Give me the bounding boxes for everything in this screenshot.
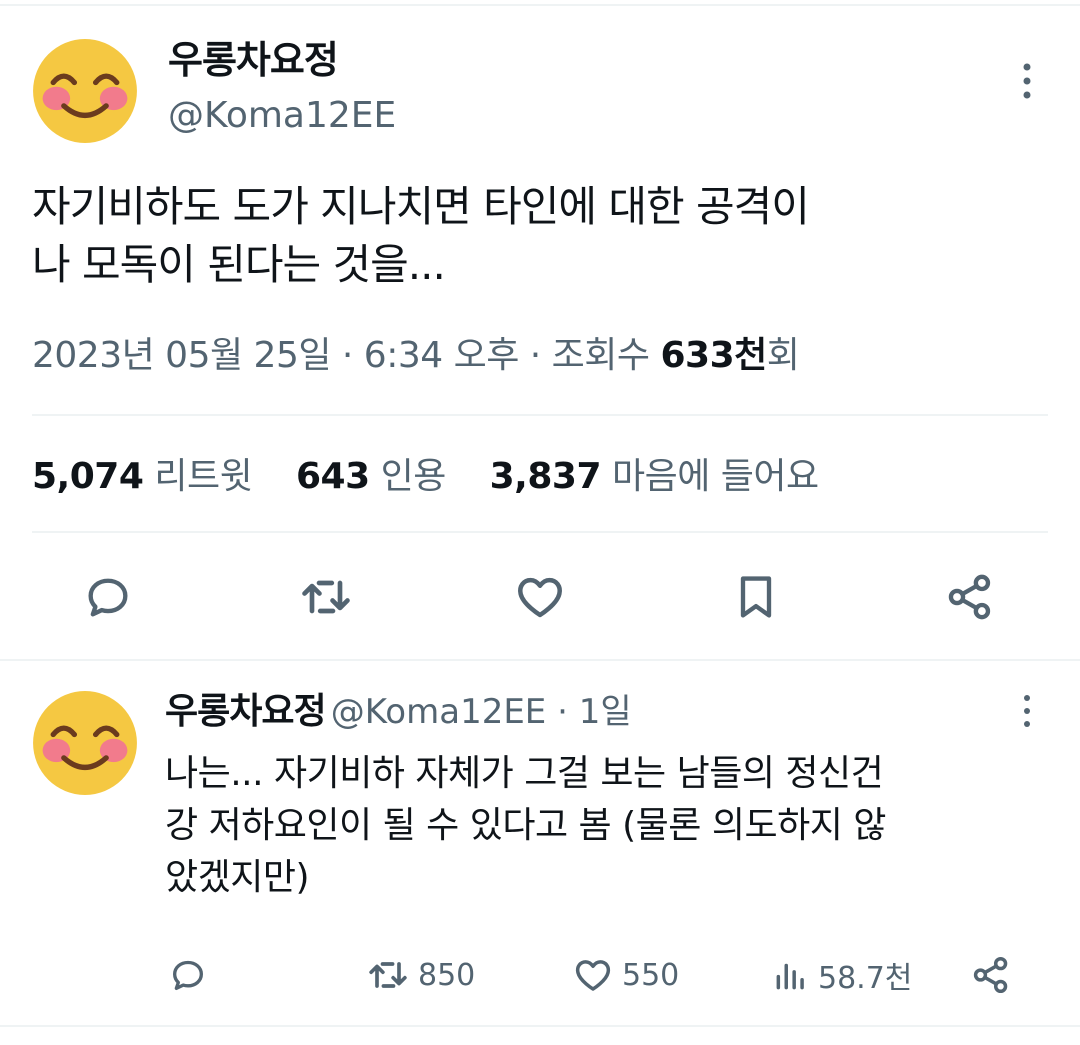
bottom-divider bbox=[0, 1025, 1080, 1027]
view-suffix: 회 bbox=[766, 335, 800, 376]
view-count: 633천 bbox=[660, 335, 767, 376]
retweet-button[interactable] bbox=[296, 567, 356, 627]
quotes-label: 인용 bbox=[380, 456, 447, 497]
reply-reply-button[interactable] bbox=[168, 953, 208, 997]
like-icon bbox=[518, 577, 562, 618]
reply-text: 나는... 자기비하 자체가 그걸 보는 남들의 정신건 강 저하요인이 될 수… bbox=[165, 748, 1065, 904]
reply-avatar[interactable] bbox=[32, 690, 138, 796]
reply-views-count: 58.7천 bbox=[818, 961, 913, 996]
tweet-text-line: 자기비하도 도가 지나치면 타인에 대한 공격이 bbox=[32, 182, 810, 231]
reply-icon bbox=[88, 578, 128, 617]
author-handle[interactable]: @Koma12EE bbox=[168, 95, 396, 137]
stats-row: 5,074 리트윗 643 인용 3,837 마음에 들어요 bbox=[32, 455, 819, 499]
like-button[interactable] bbox=[510, 567, 570, 627]
quotes-stat[interactable]: 643 인용 bbox=[296, 456, 446, 497]
more-icon[interactable] bbox=[1022, 694, 1032, 728]
reply-views-button[interactable]: 58.7천 bbox=[772, 953, 912, 997]
retweet-icon bbox=[369, 962, 407, 988]
divider bbox=[32, 414, 1048, 416]
more-icon[interactable] bbox=[1022, 62, 1032, 100]
reply-author-name[interactable]: 우롱차요정 bbox=[165, 691, 327, 732]
quotes-count: 643 bbox=[295, 456, 370, 497]
reply-retweet-count: 850 bbox=[418, 957, 476, 993]
like-icon bbox=[575, 960, 611, 991]
tweet-date[interactable]: 2023년 05월 25일 · 6:34 오후 · 조회수 bbox=[32, 335, 660, 376]
retweet-icon bbox=[302, 580, 350, 614]
reply-like-count: 550 bbox=[622, 957, 680, 993]
reply-share-button[interactable] bbox=[970, 953, 1012, 997]
section-divider bbox=[0, 659, 1080, 661]
tweet-text: 자기비하도 도가 지나치면 타인에 대한 공격이 나 모독이 된다는 것을... bbox=[32, 178, 1052, 294]
share-icon bbox=[973, 956, 1008, 994]
reply-button[interactable] bbox=[78, 567, 138, 627]
author-avatar[interactable] bbox=[32, 38, 138, 144]
reply-author-handle[interactable]: @Koma12EE · 1일 bbox=[331, 692, 632, 732]
divider bbox=[32, 531, 1048, 533]
bookmark-icon bbox=[740, 576, 772, 618]
bookmark-button[interactable] bbox=[726, 567, 786, 627]
retweets-count: 5,074 bbox=[32, 456, 144, 497]
top-divider bbox=[0, 4, 1080, 6]
reply-text-line: 강 저하요인이 될 수 있다고 봄 (물론 의도하지 않 bbox=[165, 805, 886, 846]
retweets-label: 리트윗 bbox=[154, 456, 253, 497]
likes-label: 마음에 들어요 bbox=[611, 456, 819, 497]
reply-icon bbox=[173, 960, 203, 990]
likes-count: 3,837 bbox=[489, 456, 602, 497]
share-icon bbox=[948, 574, 991, 620]
reply-text-line: 나는... 자기비하 자체가 그걸 보는 남들의 정신건 bbox=[165, 753, 884, 794]
share-button[interactable] bbox=[940, 567, 1000, 627]
views-icon bbox=[776, 963, 804, 990]
tweet-meta: 2023년 05월 25일 · 6:34 오후 · 조회수 633천회 bbox=[32, 334, 800, 378]
reply-like-button[interactable]: 550 bbox=[572, 953, 679, 997]
retweets-stat[interactable]: 5,074 리트윗 bbox=[32, 456, 253, 497]
reply-retweet-button[interactable]: 850 bbox=[366, 953, 475, 997]
reply-header: 우롱차요정 @Koma12EE · 1일 bbox=[165, 690, 632, 740]
reply-text-line: 았겠지만) bbox=[165, 857, 310, 898]
author-name[interactable]: 우롱차요정 bbox=[168, 38, 339, 82]
likes-stat[interactable]: 3,837 마음에 들어요 bbox=[490, 456, 819, 497]
tweet-text-line: 나 모독이 된다는 것을... bbox=[32, 240, 446, 289]
